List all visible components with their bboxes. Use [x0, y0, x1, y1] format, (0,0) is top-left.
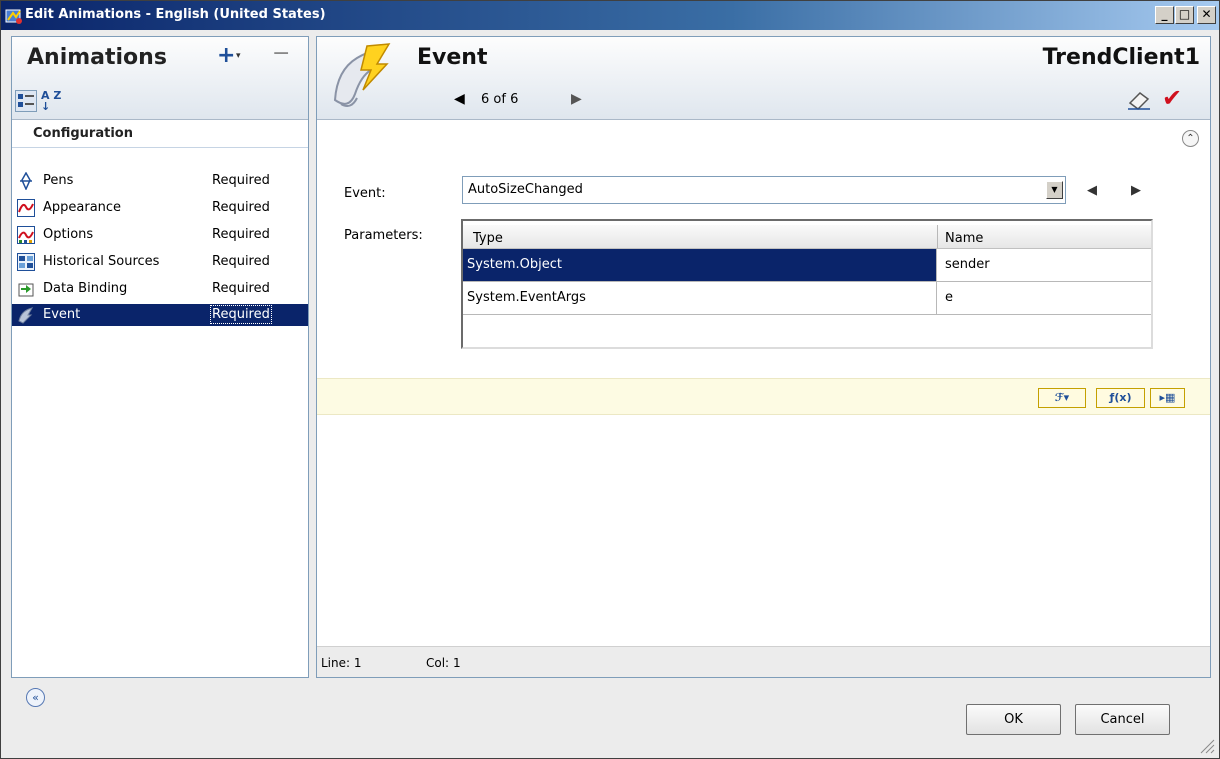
previous-item-button[interactable]: ◀ — [454, 91, 465, 107]
close-button[interactable]: ✕ — [1197, 6, 1216, 24]
list-item-label: Data Binding — [43, 281, 128, 296]
event-editor-header: Event ◀ 6 of 6 ▶ TrendClient1 ✔ — [317, 37, 1210, 120]
insert-event-button[interactable]: ℱ▾ — [1038, 388, 1086, 408]
pen-icon — [20, 172, 32, 190]
data-binding-icon — [18, 283, 34, 297]
list-item-label: Pens — [43, 173, 74, 188]
list-item-status: Required — [212, 200, 270, 215]
minimize-button[interactable]: _ — [1155, 6, 1174, 24]
event-title: Event — [417, 45, 488, 70]
column-divider[interactable] — [937, 225, 938, 248]
cancel-button[interactable]: Cancel — [1075, 704, 1170, 735]
list-item-data-binding[interactable]: Data Binding Required — [12, 278, 308, 300]
historical-sources-icon — [17, 253, 35, 271]
list-item-label: Historical Sources — [43, 254, 160, 269]
add-dropdown-caret-icon[interactable]: ▾ — [236, 51, 241, 61]
collapse-section-button[interactable]: ⌃ — [1182, 130, 1199, 147]
type-cell-text: System.Object — [467, 257, 562, 272]
edit-animations-window: Edit Animations - English (United States… — [0, 0, 1220, 759]
parameters-label: Parameters: — [344, 228, 423, 243]
status-bar: Line: 1 Col: 1 — [317, 646, 1210, 677]
table-row[interactable]: System.EventArgs e — [463, 282, 1151, 315]
window-title: Edit Animations - English (United States… — [25, 7, 326, 22]
sort-az-icon[interactable]: A Z ↓ — [41, 90, 63, 112]
grid-header: Type Name — [463, 225, 1151, 249]
item-position: 6 of 6 — [481, 92, 519, 107]
expand-panel-button[interactable]: « — [26, 688, 45, 707]
name-cell[interactable]: e — [945, 290, 953, 305]
list-item-event[interactable]: Event Required — [12, 304, 308, 326]
app-icon — [5, 9, 22, 24]
col-label: Col: — [426, 656, 450, 670]
line-value: 1 — [353, 656, 362, 670]
list-item-status: Required — [210, 305, 272, 324]
event-dropdown-value: AutoSizeChanged — [468, 182, 583, 197]
title-bar[interactable]: Edit Animations - English (United States… — [1, 1, 1219, 30]
event-scroll-icon — [333, 43, 391, 107]
list-item-status: Required — [212, 254, 270, 269]
list-item-status: Required — [212, 281, 270, 296]
parameters-grid: Type Name System.Object sender System.Ev… — [461, 219, 1153, 349]
event-icon — [18, 307, 34, 324]
list-item-label: Event — [43, 307, 81, 322]
event-editor-panel: Event ◀ 6 of 6 ▶ TrendClient1 ✔ ⌃ Event:… — [316, 36, 1211, 678]
list-item-options[interactable]: Options Required — [12, 224, 308, 246]
remove-animation-icon[interactable]: − — [272, 41, 290, 66]
list-item-label: Options — [43, 227, 94, 242]
event-dropdown[interactable]: AutoSizeChanged — [462, 176, 1066, 204]
animations-panel: Animations + ▾ − A Z ↓ Configuration Pen… — [11, 36, 309, 678]
type-cell[interactable]: System.Object — [463, 249, 937, 281]
col-value: 1 — [452, 656, 461, 670]
categorized-view-icon[interactable] — [15, 90, 37, 112]
script-editor[interactable] — [317, 415, 1210, 645]
next-item-button[interactable]: ▶ — [571, 91, 582, 107]
accept-check-icon[interactable]: ✔ — [1162, 84, 1182, 112]
resize-grip-icon[interactable] — [1197, 736, 1215, 754]
type-cell-text: System.EventArgs — [467, 290, 586, 305]
ok-button[interactable]: OK — [966, 704, 1061, 735]
add-animation-icon[interactable]: + — [217, 43, 235, 68]
name-cell[interactable]: sender — [945, 257, 990, 272]
list-item-label: Appearance — [43, 200, 122, 215]
table-row[interactable]: System.Object sender — [463, 249, 1151, 282]
line-indicator: Line: 1 — [321, 656, 362, 670]
list-item-status: Required — [212, 173, 270, 188]
type-cell[interactable]: System.EventArgs — [463, 282, 937, 314]
list-item-status: Required — [212, 227, 270, 242]
event-label: Event: — [344, 186, 386, 201]
section-divider — [12, 147, 308, 148]
animations-title: Animations — [27, 45, 167, 70]
column-indicator: Col: 1 — [426, 656, 461, 670]
insert-function-button[interactable]: ƒ(x) — [1096, 388, 1145, 408]
line-label: Line: — [321, 656, 351, 670]
section-configuration: Configuration — [33, 126, 133, 141]
column-header-type[interactable]: Type — [473, 231, 503, 246]
column-header-name[interactable]: Name — [945, 231, 983, 246]
list-item-historical-sources[interactable]: Historical Sources Required — [12, 251, 308, 273]
options-icon — [17, 226, 35, 244]
appearance-icon — [17, 199, 35, 217]
event-previous-button[interactable]: ◀ — [1087, 183, 1097, 198]
animations-header: Animations + ▾ − A Z ↓ — [12, 37, 308, 120]
list-item-appearance[interactable]: Appearance Required — [12, 197, 308, 219]
list-item-pens[interactable]: Pens Required — [12, 170, 308, 192]
event-next-button[interactable]: ▶ — [1131, 183, 1141, 198]
dropdown-arrow-icon[interactable]: ▼ — [1046, 181, 1063, 199]
insert-reference-button[interactable]: ▸▦ — [1150, 388, 1185, 408]
eraser-icon[interactable] — [1126, 89, 1152, 111]
maximize-button[interactable]: □ — [1175, 6, 1194, 24]
object-name: TrendClient1 — [1042, 45, 1200, 70]
